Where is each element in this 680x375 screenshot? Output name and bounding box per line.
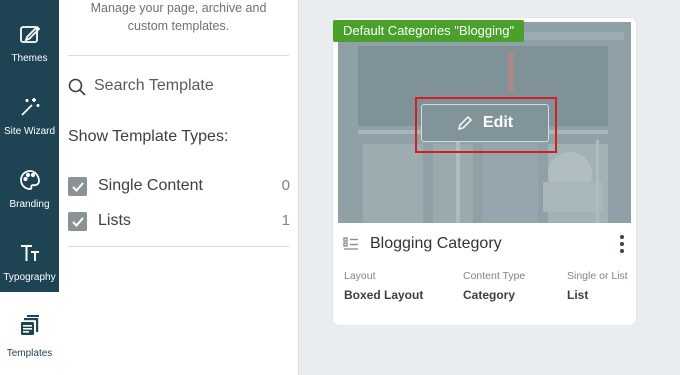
more-options-icon[interactable] — [617, 235, 627, 253]
checkmark-icon — [71, 216, 84, 227]
panel-description: Manage your page, archive and custom tem… — [69, 0, 288, 35]
pencil-icon — [457, 115, 473, 131]
rail-item-templates[interactable]: Templates — [0, 292, 59, 375]
magic-wand-icon — [0, 95, 59, 119]
rail-item-typography[interactable]: Typography — [0, 219, 59, 292]
default-template-badge: Default Categories "Blogging" — [333, 20, 525, 42]
meta-layout-value: Boxed Layout — [344, 288, 424, 302]
meta-content-type-value: Category — [463, 288, 516, 302]
lists-label: Lists — [98, 212, 131, 229]
meta-layout-label: Layout — [344, 270, 376, 282]
rail-label-branding: Branding — [9, 199, 50, 210]
rail-label-themes: Themes — [11, 53, 48, 64]
single-content-checkbox[interactable] — [68, 177, 87, 196]
meta-layout: Layout Boxed Layout — [344, 270, 423, 302]
rail-item-site-wizard[interactable]: Site Wizard — [0, 73, 59, 146]
left-nav-rail: Themes Site Wizard Branding Typography T… — [0, 0, 59, 375]
meta-content-type-label: Content Type — [463, 270, 526, 282]
meta-single-or-list-value: List — [567, 288, 589, 302]
single-content-label: Single Content — [98, 177, 203, 194]
card-title-row: Blogging Category — [343, 233, 633, 257]
search-template-field[interactable]: Search Template — [68, 76, 288, 100]
meta-single-or-list-label: Single or List — [567, 270, 628, 282]
meta-content-type: Content Type Category — [463, 270, 525, 302]
rail-label-typography: Typography — [3, 272, 56, 283]
themes-icon — [0, 22, 59, 46]
type-row-lists[interactable]: Lists 1 — [68, 211, 290, 233]
meta-single-or-list: Single or List List — [567, 270, 628, 302]
checkmark-icon — [71, 181, 84, 192]
templates-icon — [0, 314, 59, 338]
card-title: Blogging Category — [370, 235, 502, 252]
rail-label-site-wizard: Site Wizard — [3, 126, 56, 137]
panel-description-line1: Manage your page, archive and — [90, 1, 267, 15]
list-icon — [343, 236, 359, 257]
divider — [68, 246, 289, 247]
search-icon — [68, 78, 86, 101]
palette-icon — [0, 168, 59, 192]
rail-item-branding[interactable]: Branding — [0, 146, 59, 219]
edit-button[interactable]: Edit — [421, 104, 549, 142]
typography-icon — [0, 241, 59, 265]
template-types-heading: Show Template Types: — [68, 128, 229, 145]
type-row-single-content[interactable]: Single Content 0 — [68, 176, 290, 198]
rail-item-themes[interactable]: Themes — [0, 0, 59, 73]
single-content-count: 0 — [281, 177, 290, 194]
panel-description-line2: custom templates. — [127, 19, 230, 33]
rail-label-templates: Templates — [6, 348, 53, 359]
search-input[interactable]: Search Template — [94, 77, 214, 95]
lists-checkbox[interactable] — [68, 212, 87, 231]
divider — [68, 55, 289, 56]
edit-button-label: Edit — [482, 114, 514, 131]
template-panel: Manage your page, archive and custom tem… — [59, 0, 299, 375]
lists-count: 1 — [281, 212, 290, 229]
